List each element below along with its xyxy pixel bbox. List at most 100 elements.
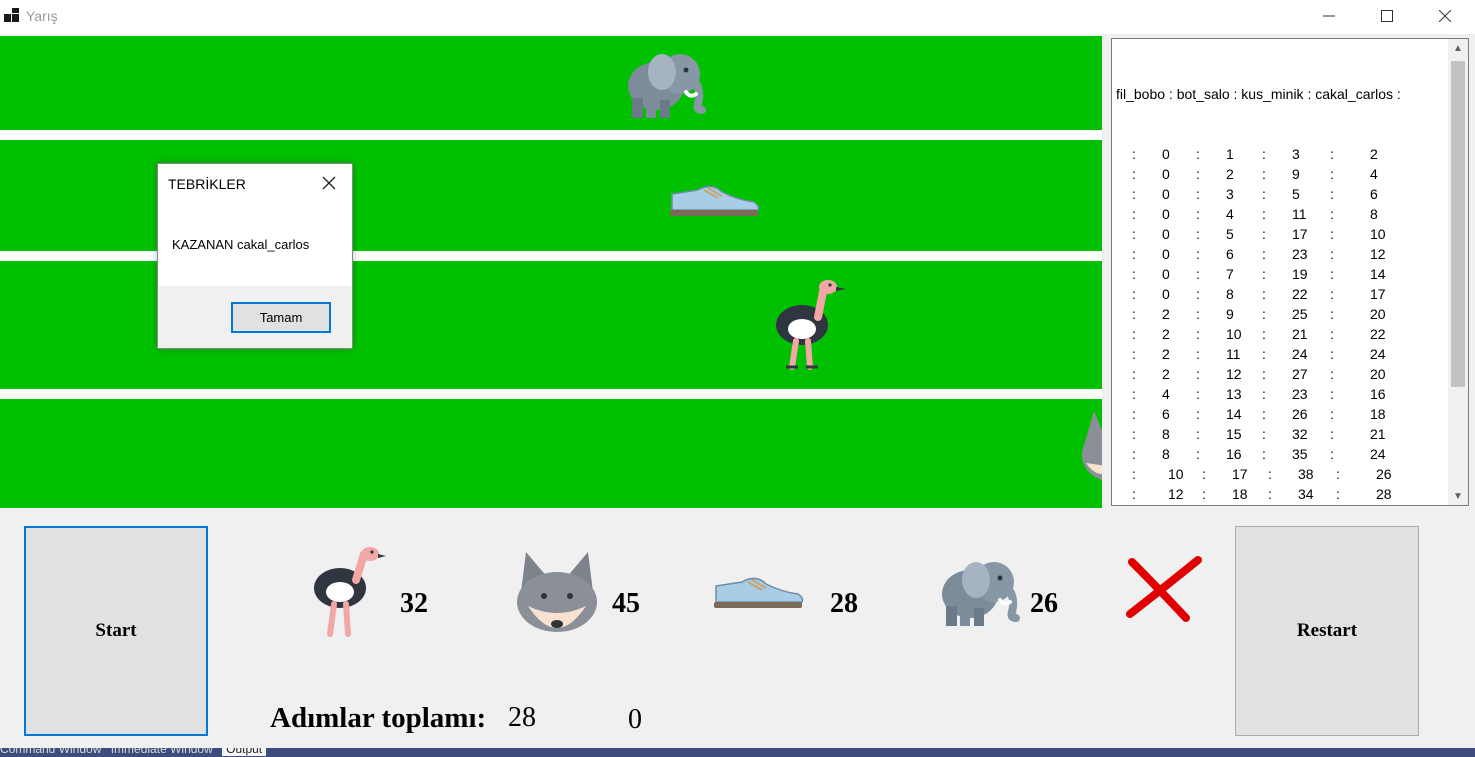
log-cell: 2 [1370,146,1378,162]
dialog-message: KAZANAN cakal_carlos [172,237,310,252]
log-row: : 2: 12: 27: 20 [1116,364,1401,384]
restart-button[interactable]: Restart [1235,526,1419,736]
log-separator: : [1262,346,1266,362]
log-separator: : [1196,446,1200,462]
log-cell: 12 [1226,366,1242,382]
log-scrollbar[interactable]: ▲ ▼ [1448,39,1468,505]
log-row: : 8: 16: 35: 24 [1116,444,1401,464]
log-cell: 8 [1162,426,1170,442]
log-separator: : [1330,186,1334,202]
steps-second-value: 0 [628,704,642,735]
log-separator: : [1330,426,1334,442]
log-cell: 2 [1226,166,1234,182]
scroll-up-icon[interactable]: ▲ [1448,39,1468,57]
log-row: : 12: 18: 34: 28 [1116,484,1401,504]
log-separator: : [1262,246,1266,262]
tab-command-window[interactable]: Command Window [0,748,101,756]
lane-elephant [0,36,1102,130]
log-row: : 2: 11: 24: 24 [1116,344,1401,364]
log-cell: 14 [1168,504,1184,505]
log-cell: 25 [1292,306,1308,322]
log-cell: 3 [1226,186,1234,202]
log-separator: : [1330,326,1334,342]
log-separator: : [1330,446,1334,462]
log-separator: : [1196,226,1200,242]
log-row: : 0: 1: 3: 2 [1116,144,1401,164]
maximize-button[interactable] [1358,0,1416,32]
log-separator: : [1262,426,1266,442]
log-row: : 2: 9: 25: 20 [1116,304,1401,324]
log-cell: 21 [1370,426,1386,442]
log-separator: : [1336,466,1340,482]
log-separator: : [1196,346,1200,362]
dialog-footer: Tamam [158,286,352,348]
log-separator: : [1262,226,1266,242]
log-lines: fil_bobo : bot_salo : kus_minik : cakal_… [1116,44,1401,505]
log-separator: : [1132,306,1136,322]
close-window-button[interactable] [1416,0,1474,32]
log-cell: 0 [1162,226,1170,242]
log-cell: 19 [1292,266,1308,282]
log-separator: : [1330,366,1334,382]
log-cell: 14 [1226,406,1242,422]
log-separator: : [1262,446,1266,462]
log-separator: : [1196,386,1200,402]
log-separator: : [1132,486,1136,502]
start-button[interactable]: Start [24,526,208,736]
log-separator: : [1132,206,1136,222]
log-separator: : [1196,286,1200,302]
log-cell: 24 [1370,446,1386,462]
log-cell: 3 [1292,146,1300,162]
scroll-down-icon[interactable]: ▼ [1448,487,1468,505]
log-separator: : [1132,186,1136,202]
log-separator: : [1132,346,1136,362]
dialog-close-button[interactable] [314,170,344,196]
log-cell: 18 [1232,486,1248,502]
log-separator: : [1196,426,1200,442]
log-separator: : [1196,326,1200,342]
log-cell: 21 [1292,326,1308,342]
log-cell: 27 [1292,366,1308,382]
shoe-icon [714,577,804,608]
elephant-runner-icon [628,54,706,118]
log-row: : 4: 13: 23: 16 [1116,384,1401,404]
log-cell: 8 [1370,206,1378,222]
log-separator: : [1262,406,1266,422]
log-separator: : [1196,266,1200,282]
log-cell: 4 [1226,206,1234,222]
tab-immediate-window[interactable]: Immediate Window [111,748,213,756]
log-separator: : [1202,504,1206,505]
log-cell: 32 [1292,426,1308,442]
log-cell: 30 [1298,504,1314,505]
winner-dialog: TEBRİKLER KAZANAN cakal_carlos Tamam [157,163,353,349]
log-cell: 0 [1162,186,1170,202]
log-cell: 26 [1376,466,1392,482]
log-separator: : [1262,286,1266,302]
log-separator: : [1132,406,1136,422]
log-separator: : [1132,326,1136,342]
log-separator: : [1262,386,1266,402]
log-row: : 8: 15: 32: 21 [1116,424,1401,444]
log-cell: 20 [1370,306,1386,322]
red-cross-icon [1126,556,1202,622]
log-cell: 17 [1370,286,1386,302]
race-log-list[interactable]: fil_bobo : bot_salo : kus_minik : cakal_… [1111,38,1469,506]
log-cell: 0 [1162,266,1170,282]
minimize-button[interactable] [1300,0,1358,32]
log-cell: 0 [1162,206,1170,222]
scroll-thumb[interactable] [1451,61,1465,387]
tab-output[interactable]: Output [222,748,267,756]
log-cell: 16 [1370,386,1386,402]
dialog-ok-button[interactable]: Tamam [231,302,331,333]
log-separator: : [1330,166,1334,182]
log-cell: 24 [1292,346,1308,362]
log-separator: : [1330,406,1334,422]
log-cell: 22 [1370,326,1386,342]
shoe-score: 28 [830,588,858,619]
log-cell: 6 [1226,246,1234,262]
log-separator: : [1330,266,1334,282]
log-row: : 6: 14: 26: 18 [1116,404,1401,424]
ide-tabs: Command Window Immediate Window Output [0,748,272,756]
ostrich-icon [314,547,386,637]
log-separator: : [1330,226,1334,242]
